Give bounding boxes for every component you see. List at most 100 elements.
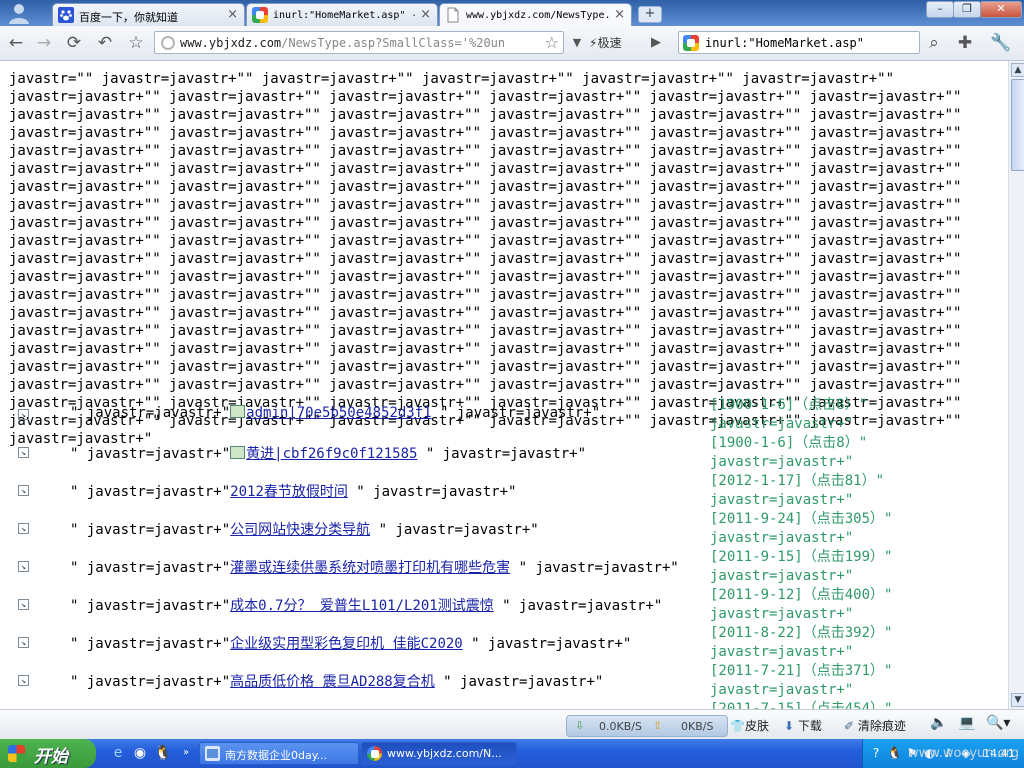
tab-title: 百度一下，你就知道	[79, 11, 178, 24]
news-meta-tail: javastr=javastr+"	[710, 492, 854, 508]
tab-google-search[interactable]: inurl:"HomeMarket.asp" - ×	[246, 3, 438, 26]
tab-baidu[interactable]: 百度一下，你就知道 ×	[52, 3, 245, 26]
news-link[interactable]: 2012春节放假时间	[230, 484, 348, 500]
news-link[interactable]: 公司网站快速分类导航	[230, 522, 370, 538]
qq-penguin-icon[interactable]: 🐧	[154, 745, 171, 761]
up-arrow-icon: ⇧	[653, 719, 663, 732]
tab-close-icon[interactable]: ×	[227, 7, 238, 22]
skin-button[interactable]: 👕皮肤	[730, 717, 769, 734]
news-meta: [2011-7-21]（点击371）" javastr=javastr+"	[710, 662, 1000, 700]
arrow-bullet-icon: ↘	[18, 561, 29, 572]
back-arrow-icon[interactable]: ←	[6, 33, 26, 53]
wrench-icon[interactable]: 🔧	[990, 33, 1011, 53]
extensions-icon[interactable]: ✚	[955, 33, 975, 53]
taskbar-item-explorer[interactable]: 南方数据企业0day...	[199, 742, 359, 765]
speed-mode-button[interactable]: ⚡极速	[589, 32, 621, 54]
close-window-button[interactable]: ✕	[980, 1, 1022, 18]
download-icon: ⬇	[784, 719, 795, 733]
news-link[interactable]: 黄进|cbf26f9c0f121585	[246, 446, 417, 462]
news-link[interactable]: 成本0.7分？ 爱普生L101/L201测试震惊	[230, 598, 494, 614]
news-link[interactable]: 企业级实用型彩色复印机 佳能C2020	[230, 636, 463, 652]
play-icon[interactable]: ▶	[646, 33, 666, 53]
clear-traces-button[interactable]: ✐ 清除痕迹	[844, 717, 906, 734]
news-link[interactable]: admin|70e5b50e4852d3f1	[246, 405, 431, 421]
star-icon[interactable]: ☆	[126, 33, 146, 53]
address-url[interactable]: www.ybjxdz.com/NewsType.asp?SmallClass='…	[180, 36, 536, 50]
profile-avatar-icon[interactable]	[6, 2, 32, 24]
news-meta: [2011-9-12]（点击400）" javastr=javastr+"	[710, 586, 1000, 624]
news-meta: [2011-9-15]（点击199）" javastr=javastr+"	[710, 548, 1000, 586]
tab-close-icon[interactable]: ×	[614, 7, 625, 22]
zoom-icon[interactable]: 🔍▾	[986, 715, 1010, 731]
search-box[interactable]: inurl:"HomeMarket.asp"	[678, 31, 920, 54]
quicklaunch-expand-icon[interactable]: »	[178, 745, 194, 761]
news-meta-tail: javastr=javastr+"	[710, 568, 854, 584]
news-row: ↘ " javastr=javastr+"2012春节放假时间 " javast…	[0, 481, 700, 501]
bookmark-star-icon[interactable]: ☆	[545, 33, 559, 52]
arrow-bullet-icon: ↘	[18, 409, 29, 420]
google-icon	[683, 35, 699, 51]
windows-taskbar: 开始 e ◉ 🐧 » 南方数据企业0day... www.ybjxdz.com/…	[0, 739, 1024, 768]
news-row: ↘ " javastr=javastr+"公司网站快速分类导航 " javast…	[0, 519, 700, 539]
news-date: [2011-7-21]（点击371）"	[710, 663, 893, 679]
page-icon	[445, 7, 461, 23]
chrome-quicklaunch-icon[interactable]: ◉	[132, 745, 148, 761]
arrow-bullet-icon: ↘	[18, 637, 29, 648]
google-icon	[252, 7, 268, 23]
news-meta-tail: javastr=javastr+"	[710, 606, 854, 622]
news-meta-tail: javastr=javastr+"	[710, 454, 854, 470]
news-date: [1900-1-6]（点击8）"	[710, 397, 868, 413]
maximize-button[interactable]: ❐	[953, 1, 981, 18]
news-row: ↘ " javastr=javastr+"灌墨或连续供墨系统对喷墨打印机有哪些危…	[0, 557, 700, 577]
help-icon[interactable]: ?	[869, 746, 883, 760]
tab-strip: 百度一下，你就知道 × inurl:"HomeMarket.asp" - × w…	[0, 0, 1024, 26]
arrow-bullet-icon: ↘	[18, 599, 29, 610]
minimize-button[interactable]: –	[926, 1, 954, 18]
news-meta-tail: javastr=javastr+"	[710, 682, 854, 698]
start-button[interactable]: 开始	[0, 739, 96, 768]
vertical-scrollbar[interactable]: ▲ ▼	[1008, 61, 1024, 709]
forward-arrow-icon[interactable]: →	[34, 33, 54, 53]
search-icon[interactable]: ⌕	[924, 33, 944, 53]
reload-icon[interactable]: ⟳	[64, 33, 84, 53]
laptop-icon[interactable]: 💻	[958, 715, 975, 731]
undo-icon[interactable]: ↶	[95, 33, 115, 53]
news-link[interactable]: 高品质低价格 震旦AD288复合机	[230, 674, 435, 690]
scroll-up-icon[interactable]: ▲	[1011, 63, 1024, 77]
news-date: [2011-9-12]（点击400）"	[710, 587, 893, 603]
status-bar: ⇩ 0.0KB/S ⇧ 0KB/S 👕皮肤 ⬇ 下载 ✐ 清除痕迹 🔈 💻 🔍▾	[0, 709, 1024, 740]
news-date: [2011-7-15]（点击454）"	[710, 701, 893, 709]
news-meta: [2011-9-24]（点击305）" javastr=javastr+"	[710, 510, 1000, 548]
search-input[interactable]: inurl:"HomeMarket.asp"	[705, 36, 864, 50]
taskbar-item-browser[interactable]: www.ybjxdz.com/N...	[361, 742, 517, 765]
qq-tray-icon[interactable]: 🐧	[887, 746, 902, 760]
baidu-paw-icon	[58, 7, 74, 23]
news-date: [2011-9-15]（点击199）"	[710, 549, 893, 565]
news-date: [2011-8-22]（点击392）"	[710, 625, 893, 641]
address-bar[interactable]: www.ybjxdz.com/NewsType.asp?SmallClass='…	[154, 31, 564, 54]
globe-icon	[161, 36, 175, 50]
news-meta-tail: javastr=javastr+"	[710, 530, 854, 546]
news-date: [2012-1-17]（点击81）"	[710, 473, 885, 489]
scroll-thumb[interactable]	[1011, 79, 1024, 171]
ie-icon[interactable]: e	[110, 745, 126, 761]
download-button[interactable]: ⬇ 下载	[784, 717, 822, 734]
scroll-down-icon[interactable]: ▼	[1011, 693, 1024, 707]
news-row: ↘ " javastr=javastr+" 黄进|cbf26f9c0f121585…	[0, 443, 700, 463]
injected-garbage-text: javastr="" javastr=javastr+"" javastr=ja…	[9, 71, 970, 447]
news-meta-tail: javastr=javastr+"	[710, 644, 854, 660]
image-icon	[230, 446, 246, 459]
speaker-icon[interactable]: 🔈	[930, 715, 947, 731]
tab-ybjxdz[interactable]: www.ybjxdz.com/NewsType. ×	[439, 3, 632, 26]
arrow-bullet-icon: ↘	[18, 523, 29, 534]
chrome-icon	[367, 746, 382, 761]
news-date: [2011-9-24]（点击305）"	[710, 511, 893, 527]
dropdown-arrow-icon[interactable]: ▼	[567, 33, 587, 53]
news-link[interactable]: 灌墨或连续供墨系统对喷墨打印机有哪些危害	[230, 560, 510, 576]
ie-window-icon	[205, 746, 220, 761]
new-tab-button[interactable]: +	[638, 6, 662, 23]
tab-close-icon[interactable]: ×	[420, 7, 431, 22]
down-speed: 0.0KB/S	[599, 720, 642, 733]
system-tray: ? 🐧 ⚑ ◐ ♪ ◈ 14:41 www.wooyun.org	[862, 739, 1024, 768]
page-content: javastr="" javastr=javastr+"" javastr=ja…	[0, 61, 1008, 709]
